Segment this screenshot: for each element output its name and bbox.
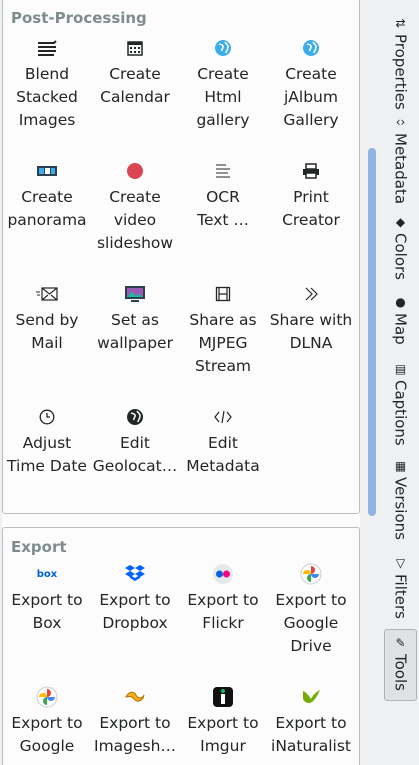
tool-create-panorama[interactable]: Create panorama [3,160,91,232]
properties-icon: ⇄ [395,16,406,30]
tool-create-jalbum-gallery[interactable]: Create jAlbum Gallery [267,37,355,132]
dropbox-logo-icon [91,563,179,585]
google-photos-icon [3,686,91,708]
tool-edit-geolocation[interactable]: Edit Geolocat… [91,406,179,478]
clock-icon [3,406,91,428]
tool-print-creator[interactable]: Print Creator [267,160,355,232]
text-lines-icon [179,160,267,182]
tool-export-to-box[interactable]: box Export to Box [3,563,91,635]
blend-stack-icon [3,37,91,59]
tool-export-to-imgur[interactable]: Export to Imgur [179,686,267,758]
inaturalist-logo-icon [267,686,355,708]
tool-export-to-imageshack[interactable]: Export to Imagesh… [91,686,179,758]
code-icon [179,406,267,428]
tab-map[interactable]: ● Map [384,295,417,345]
export-title: Export [11,538,67,556]
tool-edit-metadata[interactable]: Edit Metadata [179,406,267,478]
flickr-logo-icon [179,563,267,585]
tool-blend-stacked-images[interactable]: Blend Stacked Images [3,37,91,132]
versions-icon: ▦ [394,459,407,473]
tool-export-to-inaturalist[interactable]: Export to iNaturalist [267,686,355,758]
panorama-icon [3,160,91,182]
tool-export-to-dropbox[interactable]: Export to Dropbox [91,563,179,635]
google-photos-icon [267,563,355,585]
pencil-icon: ✎ [395,636,406,650]
export-section: Export box Export to Box Export to Dropb… [2,527,360,765]
tool-share-with-dlna[interactable]: Share with DLNA [267,283,355,355]
post-processing-section: Post-Processing Blend Stacked Images Cre… [2,0,360,514]
tool-export-to-google[interactable]: Export to Google [3,686,91,758]
scrollbar-thumb[interactable] [368,148,376,516]
tool-ocr-text[interactable]: OCR Text … [179,160,267,232]
tab-filters[interactable]: ▽ Filters [384,556,417,619]
tab-versions[interactable]: ▦ Versions [384,459,417,540]
imageshack-logo-icon [91,686,179,708]
printer-icon [267,160,355,182]
tool-export-to-flickr[interactable]: Export to Flickr [179,563,267,635]
tab-metadata[interactable]: ‹› Metadata [384,115,417,204]
tool-create-video-slideshow[interactable]: Create video slideshow [91,160,179,255]
double-chevron-icon [267,283,355,305]
monitor-icon [91,283,179,305]
filter-icon: ▽ [395,556,406,570]
tab-tools[interactable]: ✎ Tools [384,629,417,701]
globe-icon [267,37,355,59]
tab-colors[interactable]: ◆ Colors [384,215,417,280]
tool-set-as-wallpaper[interactable]: Set as wallpaper [91,283,179,355]
code-icon: ‹› [395,115,406,129]
tool-adjust-time-date[interactable]: Adjust Time Date [3,406,91,478]
film-icon [179,283,267,305]
box-logo-icon: box [36,568,58,580]
tab-properties[interactable]: ⇄ Properties [384,16,417,110]
tool-share-as-mjpeg-stream[interactable]: Share as MJPEG Stream [179,283,267,378]
globe-dark-icon [91,406,179,428]
tool-send-by-mail[interactable]: Send by Mail [3,283,91,355]
tab-captions[interactable]: ▤ Captions [384,362,417,446]
globe-icon [179,37,267,59]
caption-icon: ▤ [394,362,407,376]
post-processing-title: Post-Processing [11,9,147,27]
tool-create-html-gallery[interactable]: Create Html gallery [179,37,267,132]
video-slideshow-icon [91,160,179,182]
paint-bucket-icon: ◆ [395,215,406,229]
globe-icon: ● [395,295,406,309]
mail-icon [3,283,91,305]
tool-export-to-google-drive[interactable]: Export to Google Drive [267,563,355,658]
imgur-logo-icon [179,686,267,708]
calendar-icon [91,37,179,59]
tools-panel: Post-Processing Blend Stacked Images Cre… [2,0,360,765]
tool-create-calendar[interactable]: Create Calendar [91,37,179,109]
